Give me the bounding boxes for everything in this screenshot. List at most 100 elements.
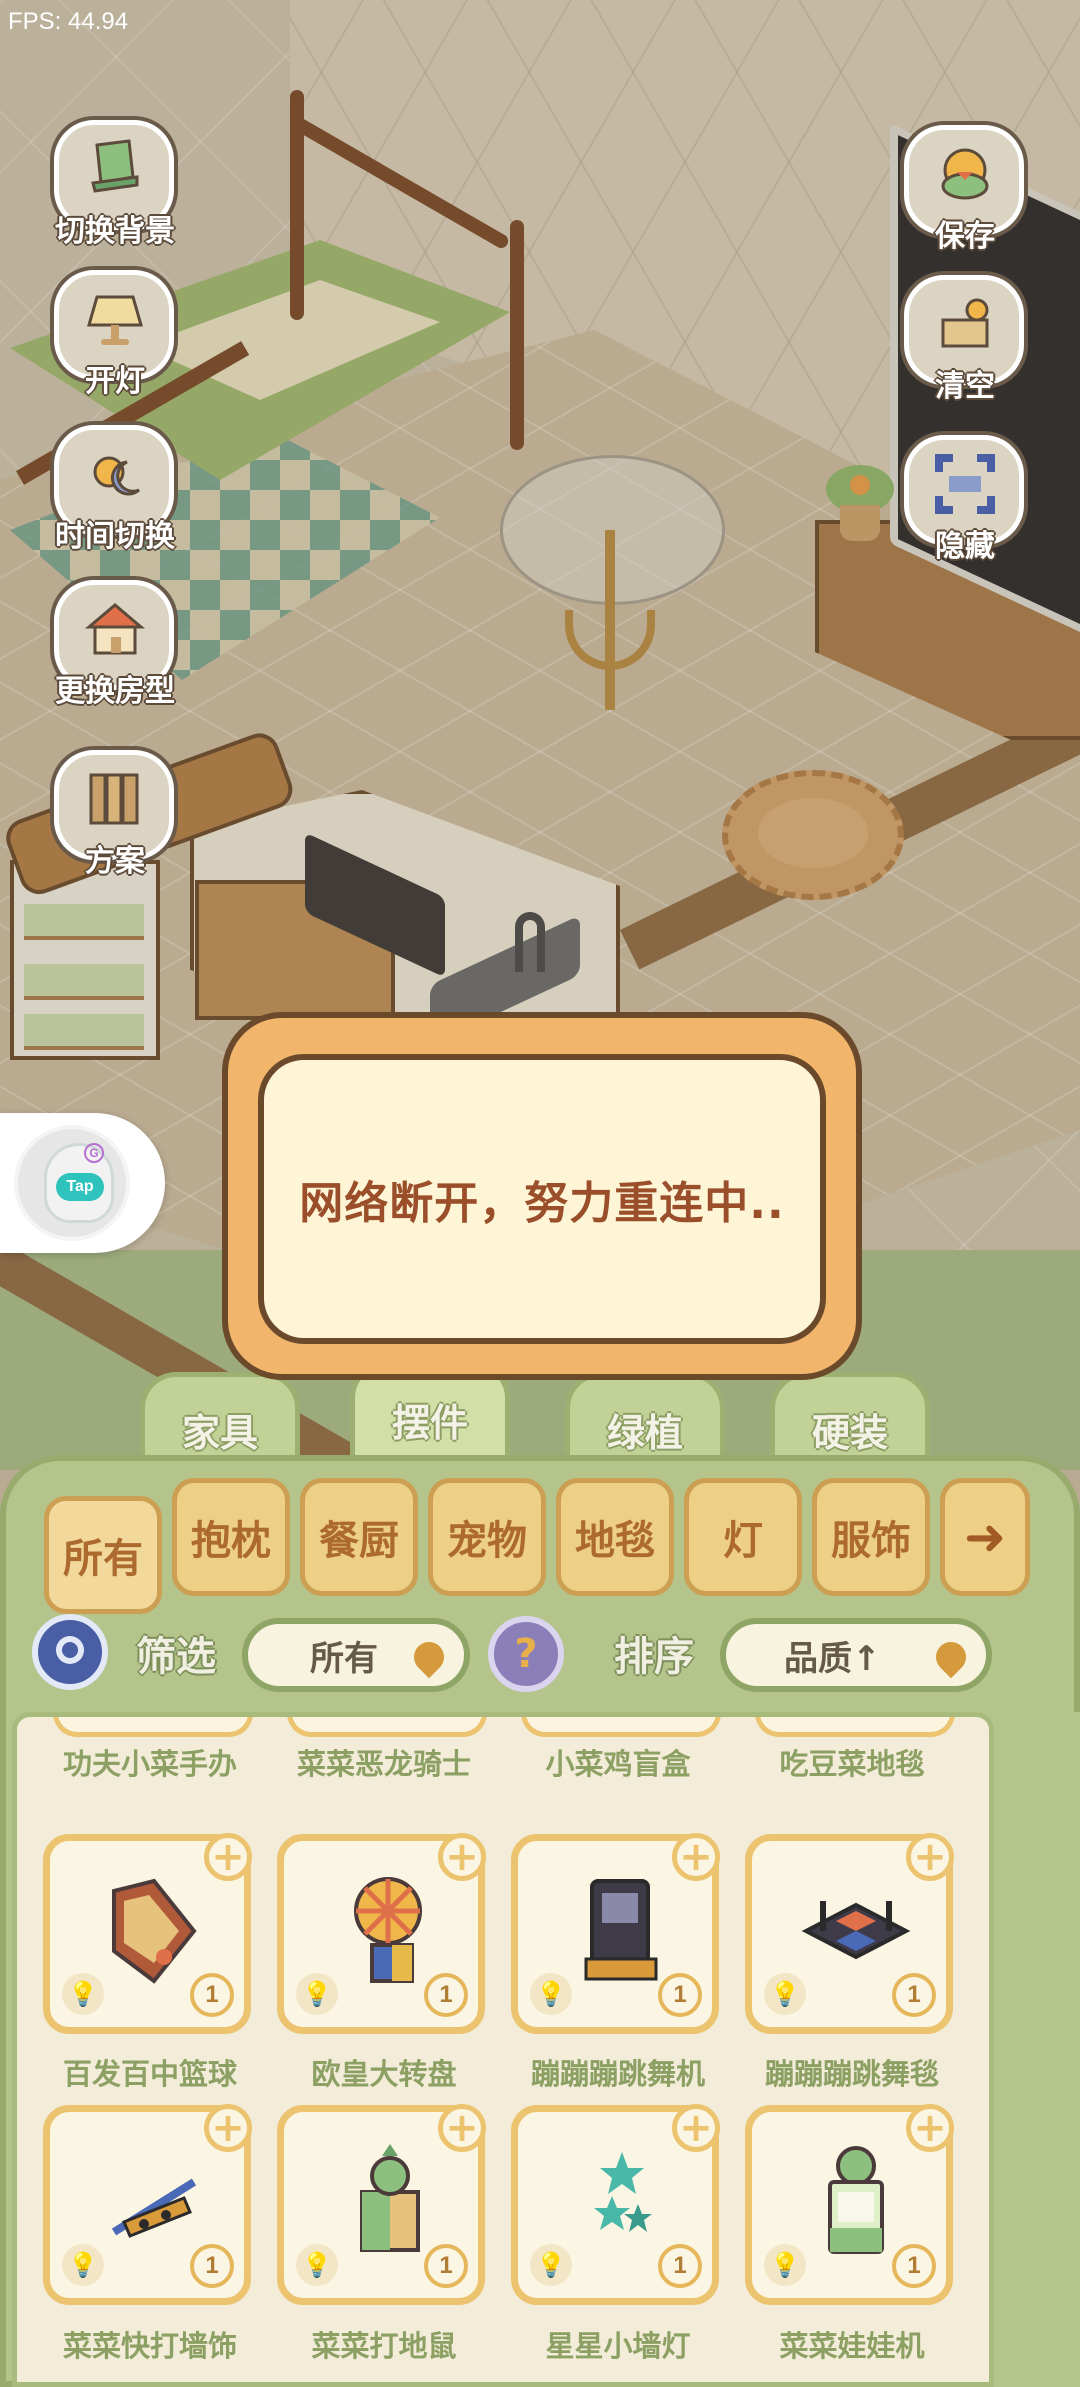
hide-button[interactable]: 隐藏 (890, 435, 1040, 565)
add-icon[interactable]: + (906, 1833, 954, 1881)
side-button-label: 时间切换 (54, 518, 176, 555)
lightbulb-icon: 💡 (764, 1973, 806, 2015)
item-count: 1 (658, 1973, 702, 2017)
item-card[interactable]: + 💡 1 (43, 1833, 252, 2034)
dialog-body: 网络断开，努力重连中.. (258, 1054, 826, 1344)
sort-select[interactable]: 品质↑ (720, 1618, 992, 1692)
lightbulb-icon: 💡 (296, 2244, 338, 2286)
item-card-edge (287, 1717, 487, 1737)
duck-icon (930, 139, 1000, 209)
subtab-clothing[interactable]: 服饰 (812, 1478, 930, 1596)
item-grid[interactable]: 功夫小菜手办 菜菜恶龙骑士 小菜鸡盲盒 吃豆菜地毯 + 💡 1 + 💡 1 + … (12, 1712, 994, 2387)
subtab-next-arrow[interactable]: ➜ (940, 1478, 1030, 1596)
tab-label: 摆件 (391, 1401, 468, 1445)
panel-right-margin (994, 1712, 1080, 2387)
item-card-edge (755, 1717, 955, 1737)
subtab-rug[interactable]: 地毯 (556, 1478, 674, 1596)
clear-button[interactable]: 清空 (890, 275, 1040, 405)
filter-value: 所有 (310, 1638, 378, 1679)
time-switch-button[interactable]: 时间切换 (40, 425, 190, 555)
item-card[interactable]: + 💡 1 (745, 1833, 954, 2034)
lightbulb-icon: 💡 (62, 2244, 104, 2286)
side-button-label: 更换房型 (54, 673, 176, 710)
broom-icon (930, 289, 1000, 359)
item-card-edge (53, 1717, 253, 1737)
taptap-float-widget[interactable]: G Tap (0, 1113, 165, 1253)
subtab-label: 抱枕 (191, 1518, 271, 1564)
side-button-label: 保存 (934, 218, 996, 255)
item-name: 菜菜打地鼠 (311, 2329, 457, 2363)
side-button-label: 隐藏 (934, 528, 996, 565)
tab-label: 绿植 (606, 1411, 683, 1455)
item-card[interactable]: + 💡 1 (277, 1833, 486, 2034)
dropdown-heart-icon (407, 1635, 451, 1679)
item-card[interactable]: + 💡 1 (511, 1833, 720, 2034)
item-count: 1 (424, 1973, 468, 2017)
item-name: 吃豆菜地毯 (779, 1747, 925, 1781)
arrow-right-icon: ➜ (964, 1508, 1006, 1566)
item-name: 菜菜快打墙饰 (62, 2329, 237, 2363)
lightbulb-icon: 💡 (296, 1973, 338, 2015)
item-name: 菜菜娃娃机 (779, 2329, 925, 2363)
light-on-button[interactable]: 开灯 (40, 270, 190, 400)
filter-select[interactable]: 所有 (242, 1618, 470, 1692)
subtab-pet[interactable]: 宠物 (428, 1478, 546, 1596)
subtab-kitchen[interactable]: 餐厨 (300, 1478, 418, 1596)
item-name: 功夫小菜手办 (62, 1747, 237, 1781)
sort-value: 品质↑ (784, 1638, 881, 1679)
add-icon[interactable]: + (672, 1833, 720, 1881)
basketball-machine-icon (94, 1871, 214, 1991)
subtab-label: 餐厨 (319, 1518, 399, 1564)
item-name: 小菜鸡盲盒 (545, 1747, 691, 1781)
subtab-all[interactable]: 所有 (44, 1496, 162, 1614)
star-wall-lamp-icon (562, 2142, 682, 2262)
prize-wheel-icon (328, 1871, 448, 1991)
item-card[interactable]: + 💡 1 (745, 2104, 954, 2305)
item-name: 蹦蹦蹦跳舞机 (530, 2057, 705, 2091)
add-icon[interactable]: + (204, 2104, 252, 2152)
change-house-type-button[interactable]: 更换房型 (40, 580, 190, 710)
subtab-light[interactable]: 灯 (684, 1478, 802, 1596)
fps-counter: FPS: 44.94 (8, 8, 129, 35)
lamp-icon (80, 284, 150, 354)
item-count: 1 (658, 2244, 702, 2288)
g-badge-icon: G (84, 1143, 104, 1163)
item-card[interactable]: + 💡 1 (43, 2104, 252, 2305)
add-icon[interactable]: + (204, 1833, 252, 1881)
add-icon[interactable]: + (438, 2104, 486, 2152)
side-button-label: 清空 (934, 368, 996, 405)
item-card-edge (521, 1717, 721, 1737)
item-count: 1 (892, 1973, 936, 2017)
item-count: 1 (190, 2244, 234, 2288)
item-name: 百发百中篮球 (62, 2057, 237, 2091)
item-card[interactable]: + 💡 1 (511, 2104, 720, 2305)
item-name: 菜菜恶龙骑士 (296, 1747, 471, 1781)
side-button-label: 方案 (84, 843, 146, 880)
tab-label: 硬装 (811, 1411, 888, 1455)
side-button-label: 开灯 (84, 363, 146, 400)
question-icon: ? (514, 1631, 538, 1677)
search-icon (56, 1636, 84, 1664)
plan-button[interactable]: 方案 (40, 750, 190, 880)
item-name: 欧皇大转盘 (311, 2057, 457, 2091)
dance-mat-icon (796, 1871, 916, 1991)
subtab-label: 服饰 (831, 1518, 911, 1564)
save-button[interactable]: 保存 (890, 125, 1040, 255)
lightbulb-icon: 💡 (764, 2244, 806, 2286)
frame-icon (930, 449, 1000, 519)
add-icon[interactable]: + (672, 2104, 720, 2152)
search-button[interactable] (32, 1614, 108, 1690)
help-button[interactable]: ? (488, 1616, 564, 1692)
dance-machine-icon (562, 1871, 682, 1991)
add-icon[interactable]: + (906, 2104, 954, 2152)
partially-scrolled-row: 功夫小菜手办 菜菜恶龙骑士 小菜鸡盲盒 吃豆菜地毯 (17, 1717, 989, 1817)
sort-label: 排序 (614, 1634, 694, 1680)
add-icon[interactable]: + (438, 1833, 486, 1881)
books-icon (80, 764, 150, 834)
item-card[interactable]: + 💡 1 (277, 2104, 486, 2305)
subtab-label: 宠物 (447, 1518, 527, 1564)
item-count: 1 (190, 1973, 234, 2017)
subtab-pillow[interactable]: 抱枕 (172, 1478, 290, 1596)
switch-background-button[interactable]: 切换背景 (40, 120, 190, 250)
item-count: 1 (892, 2244, 936, 2288)
